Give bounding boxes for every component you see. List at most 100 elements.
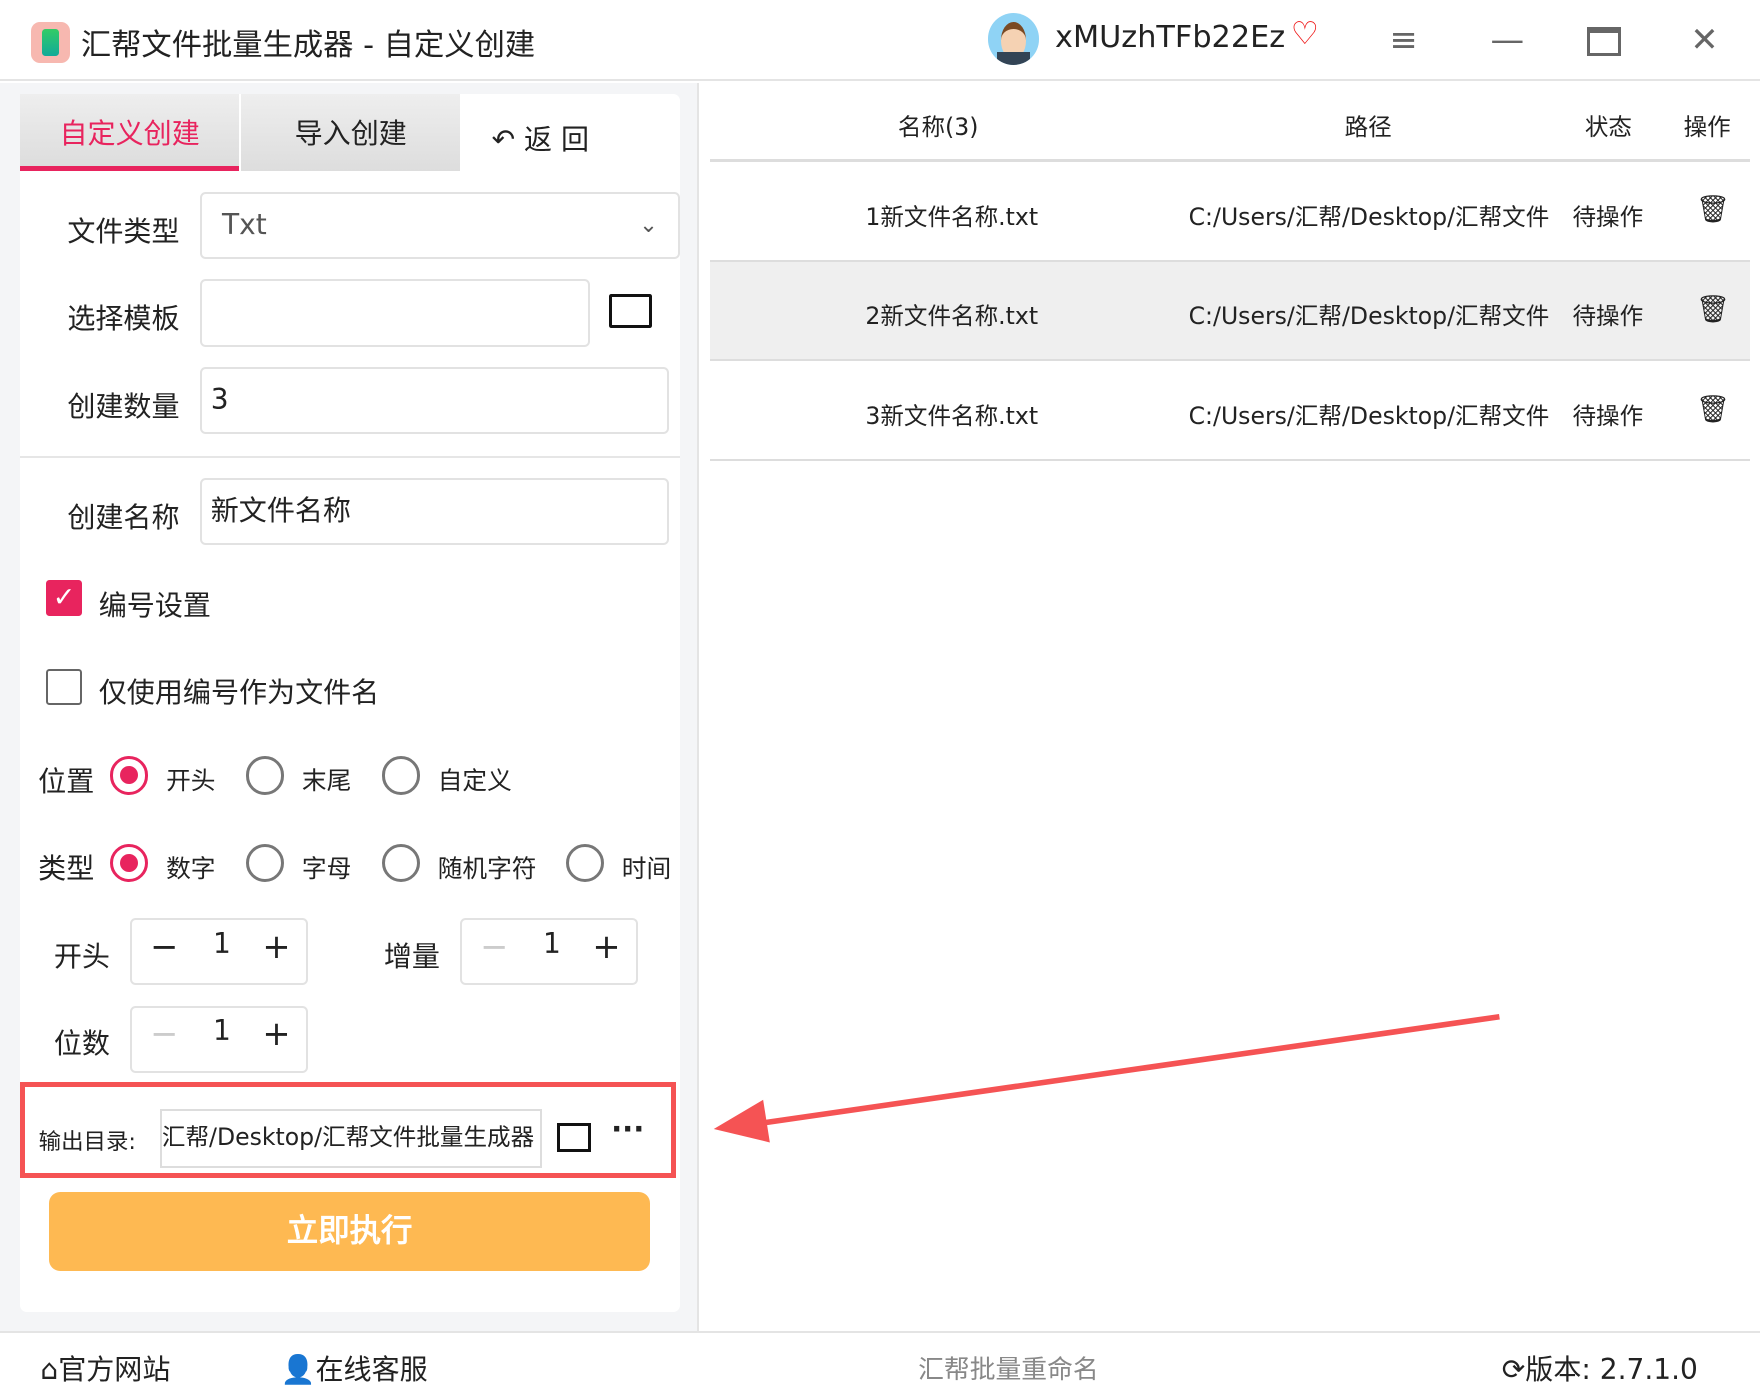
radio-position-custom[interactable] xyxy=(381,756,420,795)
file-path: C:/Users/汇帮/Desktop/汇帮文件 xyxy=(1188,302,1550,331)
file-status: 待操作 xyxy=(1572,202,1644,231)
radio-position-start[interactable] xyxy=(109,756,149,795)
radio-type-letter[interactable] xyxy=(245,844,284,883)
table-row[interactable]: 2新文件名称.txt C:/Users/汇帮/Desktop/汇帮文件 待操作 … xyxy=(710,261,1750,362)
name-label: 创建名称 xyxy=(67,500,180,534)
output-label: 输出目录: xyxy=(38,1129,136,1155)
position-option: 开头 xyxy=(166,765,216,795)
left-panel: 自定义创建 导入创建 ↶ 返 回 文件类型 Txt ⌄ 选择模板 创建数量 3 创… xyxy=(0,83,700,1332)
increment-stepper[interactable]: − 1 + xyxy=(460,918,638,986)
start-value: 1 xyxy=(213,926,231,960)
column-header-path: 路径 xyxy=(1344,112,1392,141)
tab-import-create[interactable]: 导入创建 xyxy=(241,94,461,171)
arrow-head xyxy=(713,1099,770,1143)
position-label: 位置 xyxy=(38,764,95,798)
column-header-name[interactable]: 名称(3) xyxy=(898,108,979,142)
close-icon[interactable]: ✕ xyxy=(1690,20,1718,59)
template-input[interactable] xyxy=(199,279,591,347)
folder-icon[interactable] xyxy=(609,294,653,328)
more-icon[interactable]: ··· xyxy=(611,1112,644,1146)
website-link[interactable]: ⌂官方网站 xyxy=(40,1347,170,1388)
digits-stepper[interactable]: − 1 + xyxy=(130,1005,308,1073)
column-header-action: 操作 xyxy=(1683,112,1731,141)
settings-card: 自定义创建 导入创建 ↶ 返 回 文件类型 Txt ⌄ 选择模板 创建数量 3 创… xyxy=(20,94,681,1313)
avatar[interactable] xyxy=(987,13,1040,66)
table-row[interactable]: 3新文件名称.txt C:/Users/汇帮/Desktop/汇帮文件 待操作 … xyxy=(710,361,1750,462)
version-label: 版本: xyxy=(1525,1352,1591,1386)
radio-position-end[interactable] xyxy=(245,756,284,795)
arrow-shaft xyxy=(751,1014,1500,1128)
file-type-select[interactable]: Txt ⌄ xyxy=(199,191,681,260)
count-input[interactable]: 3 xyxy=(199,367,669,435)
trash-icon[interactable]: 🗑 xyxy=(1696,193,1730,225)
user-icon: 👤 xyxy=(280,1352,316,1386)
plus-icon[interactable]: + xyxy=(262,927,290,966)
radio-type-random[interactable] xyxy=(381,844,420,883)
type-label: 类型 xyxy=(38,852,95,886)
file-name: 3新文件名称.txt xyxy=(865,402,1039,431)
tab-custom-create[interactable]: 自定义创建 xyxy=(20,94,240,171)
back-label: 返 回 xyxy=(524,122,590,156)
numbering-checkbox[interactable]: ✓ xyxy=(46,580,82,617)
support-link[interactable]: 👤在线客服 xyxy=(281,1347,428,1388)
maximize-icon[interactable] xyxy=(1587,26,1621,57)
file-status: 待操作 xyxy=(1572,302,1644,331)
annotation-arrow xyxy=(713,1014,1500,1143)
radio-type-number[interactable] xyxy=(109,844,149,883)
only-number-checkbox[interactable] xyxy=(46,668,82,705)
type-option: 随机字符 xyxy=(437,853,537,883)
file-name: 1新文件名称.txt xyxy=(865,202,1039,231)
type-option: 时间 xyxy=(621,853,672,883)
website-label: 官方网站 xyxy=(58,1352,171,1386)
plus-icon[interactable]: + xyxy=(592,927,620,966)
minus-icon[interactable]: − xyxy=(150,1014,178,1053)
position-option: 末尾 xyxy=(301,765,352,795)
start-label: 开头 xyxy=(53,939,110,973)
minimize-icon[interactable]: — xyxy=(1491,20,1525,59)
menu-icon[interactable]: ≡ xyxy=(1390,20,1418,59)
minus-icon[interactable]: − xyxy=(150,927,178,966)
table-row[interactable]: 1新文件名称.txt C:/Users/汇帮/Desktop/汇帮文件 待操作 … xyxy=(710,162,1750,262)
increment-label: 增量 xyxy=(383,939,440,973)
title-bar: 汇帮文件批量生成器 - 自定义创建 xMUzhTFb22Ez ♡ ≡ — ✕ xyxy=(0,0,1760,81)
run-button[interactable]: 立即执行 xyxy=(49,1191,650,1271)
status-bar: ⌂官方网站 👤在线客服 汇帮批量重命名 ⟳版本: 2.7.1.0 xyxy=(0,1331,1760,1399)
plus-icon[interactable]: + xyxy=(262,1014,290,1053)
trash-icon[interactable]: 🗑 xyxy=(1696,293,1730,325)
chevron-down-icon: ⌄ xyxy=(639,211,658,238)
vip-diamond-icon[interactable]: ♡ xyxy=(1291,16,1319,52)
version-info[interactable]: ⟳版本: 2.7.1.0 xyxy=(1502,1347,1698,1388)
file-path: C:/Users/汇帮/Desktop/汇帮文件 xyxy=(1188,402,1550,431)
back-button[interactable]: ↶ 返 回 xyxy=(492,117,589,158)
folder-icon[interactable] xyxy=(557,1122,591,1153)
username[interactable]: xMUzhTFb22Ez xyxy=(1055,20,1285,55)
refresh-icon: ⟳ xyxy=(1501,1352,1526,1386)
count-label: 创建数量 xyxy=(67,389,180,423)
name-input[interactable]: 新文件名称 xyxy=(199,478,669,546)
minus-icon[interactable]: − xyxy=(480,927,508,966)
trash-icon[interactable]: 🗑 xyxy=(1696,393,1730,425)
file-status: 待操作 xyxy=(1572,402,1644,431)
position-option: 自定义 xyxy=(437,765,512,795)
app-icon xyxy=(31,22,70,63)
file-name: 2新文件名称.txt xyxy=(865,302,1039,331)
divider xyxy=(20,455,681,458)
undo-icon: ↶ xyxy=(491,122,525,156)
type-option: 数字 xyxy=(166,853,216,883)
support-label: 在线客服 xyxy=(315,1352,428,1386)
numbering-label: 编号设置 xyxy=(98,588,211,622)
file-path: C:/Users/汇帮/Desktop/汇帮文件 xyxy=(1188,202,1550,231)
window-title: 汇帮文件批量生成器 - 自定义创建 xyxy=(80,28,536,64)
version-value: 2.7.1.0 xyxy=(1599,1352,1698,1386)
radio-type-time[interactable] xyxy=(565,844,604,883)
output-directory-input[interactable]: 汇帮/Desktop/汇帮文件批量生成器 xyxy=(159,1109,542,1168)
file-type-value: Txt xyxy=(221,207,267,241)
file-type-label: 文件类型 xyxy=(67,214,180,248)
start-stepper[interactable]: − 1 + xyxy=(130,918,308,986)
template-label: 选择模板 xyxy=(67,302,180,336)
output-directory-highlight: 输出目录: 汇帮/Desktop/汇帮文件批量生成器 ··· xyxy=(20,1081,676,1179)
digits-label: 位数 xyxy=(53,1027,110,1061)
home-icon: ⌂ xyxy=(40,1352,59,1386)
column-header-status: 状态 xyxy=(1584,112,1632,141)
type-option: 字母 xyxy=(301,853,352,883)
